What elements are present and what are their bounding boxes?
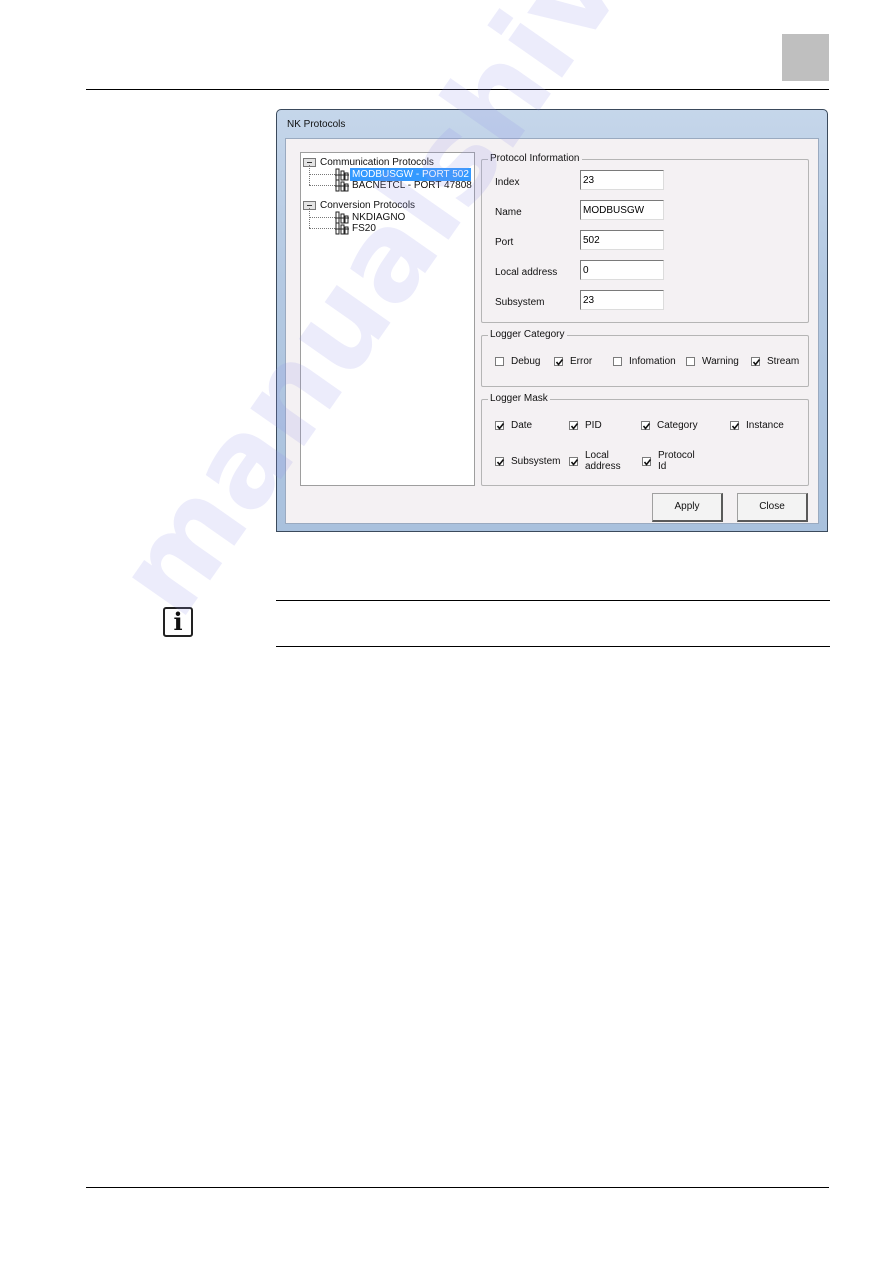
checkbox-label: Subsystem [511, 456, 561, 467]
checkbox-label: Error [570, 356, 593, 367]
checkbox-box[interactable] [569, 457, 579, 466]
checkbox-label: Date [511, 420, 533, 431]
checkbox-label-line2: address [585, 461, 621, 472]
protocol-tree[interactable]: Communication Protocols MODBUSGW - PORT … [300, 152, 475, 486]
checkbox-box[interactable] [686, 357, 695, 366]
logger-category-group: Logger Category Debug Error Infomation W… [481, 329, 809, 387]
group-title: Protocol Information [488, 153, 582, 165]
checkbox-label: Debug [511, 356, 541, 367]
group-title: Logger Category [488, 329, 567, 341]
note-top-rule [276, 600, 830, 601]
checkmark-icon [496, 459, 505, 466]
checkbox-label: Instance [746, 420, 784, 431]
checkbox-box[interactable] [495, 421, 505, 430]
chapter-tab-marker [782, 34, 829, 81]
checkmark-icon [731, 423, 740, 430]
local-address-label: Local address [495, 267, 558, 278]
tree-item-label: BACNETCL - PORT 47808 [352, 180, 472, 191]
note-bottom-rule [276, 646, 830, 647]
logger-mask-group: Logger Mask Date PID Category Instance S… [481, 393, 809, 486]
index-input[interactable] [580, 170, 664, 190]
protocol-icon [335, 222, 349, 235]
port-input[interactable] [580, 230, 664, 250]
checkbox-box[interactable] [613, 357, 622, 366]
checkbox-box[interactable] [554, 357, 564, 366]
checkmark-icon [642, 423, 651, 430]
checkmark-icon [752, 359, 761, 366]
checkbox-label-line1: Protocol [658, 450, 695, 461]
checkbox-label: Category [657, 420, 698, 431]
checkbox-box[interactable] [730, 421, 740, 430]
footer-divider [86, 1187, 829, 1188]
nk-protocols-dialog: NK Protocols Communication Protocols MOD… [276, 109, 828, 532]
checkmark-icon [496, 423, 505, 430]
subsystem-input[interactable] [580, 290, 664, 310]
checkmark-icon [643, 459, 652, 466]
header-divider [86, 89, 829, 90]
apply-button[interactable]: Apply [652, 493, 723, 522]
name-input[interactable] [580, 200, 664, 220]
checkbox-box[interactable] [495, 357, 504, 366]
tree-item-fs20[interactable]: FS20 [335, 222, 471, 235]
checkbox-box[interactable] [641, 421, 651, 430]
local-address-input[interactable] [580, 260, 664, 280]
checkbox-box[interactable] [569, 421, 579, 430]
subsystem-label: Subsystem [495, 297, 545, 308]
checkmark-icon [570, 459, 579, 466]
group-title: Logger Mask [488, 393, 550, 405]
checkbox-box[interactable] [751, 357, 761, 366]
tree-item-label: FS20 [352, 223, 376, 234]
name-label: Name [495, 207, 522, 218]
checkbox-box[interactable] [495, 457, 505, 466]
checkmark-icon [570, 423, 579, 430]
checkbox-label-line2: Id [658, 461, 667, 472]
protocol-icon [335, 179, 349, 192]
info-icon: i [163, 607, 193, 637]
checkbox-label: Infomation [629, 356, 676, 367]
checkbox-box[interactable] [642, 457, 652, 466]
checkbox-label-line1: Local [585, 450, 609, 461]
checkbox-label: Warning [702, 356, 739, 367]
checkbox-label: Stream [767, 356, 800, 367]
index-label: Index [495, 177, 520, 188]
tree-item-bacnetcl[interactable]: BACNETCL - PORT 47808 [335, 179, 472, 192]
protocol-information-group: Protocol Information Index Name Port Loc… [481, 153, 809, 323]
port-label: Port [495, 237, 514, 248]
dialog-client-area: Communication Protocols MODBUSGW - PORT … [285, 138, 819, 524]
close-button[interactable]: Close [737, 493, 808, 522]
dialog-title: NK Protocols [287, 119, 346, 130]
checkbox-label: PID [585, 420, 602, 431]
checkmark-icon [555, 359, 564, 366]
